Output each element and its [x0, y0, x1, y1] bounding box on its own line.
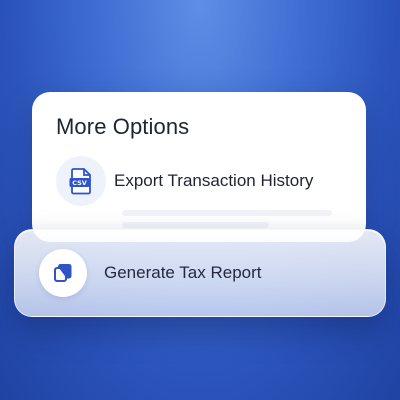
- panel-title: More Options: [56, 114, 190, 139]
- csv-file-icon: CSV: [56, 156, 106, 206]
- export-transaction-history-label: Export Transaction History: [114, 171, 314, 190]
- generate-tax-report-item[interactable]: Generate Tax Report: [14, 229, 386, 317]
- svg-text:CSV: CSV: [72, 179, 87, 187]
- copy-documents-icon: [39, 249, 87, 297]
- generate-tax-report-label: Generate Tax Report: [104, 263, 262, 282]
- more-options-panel: More Options CSV Export Transaction Hist…: [32, 92, 366, 242]
- export-transaction-history-item[interactable]: CSV Export Transaction History: [56, 156, 313, 206]
